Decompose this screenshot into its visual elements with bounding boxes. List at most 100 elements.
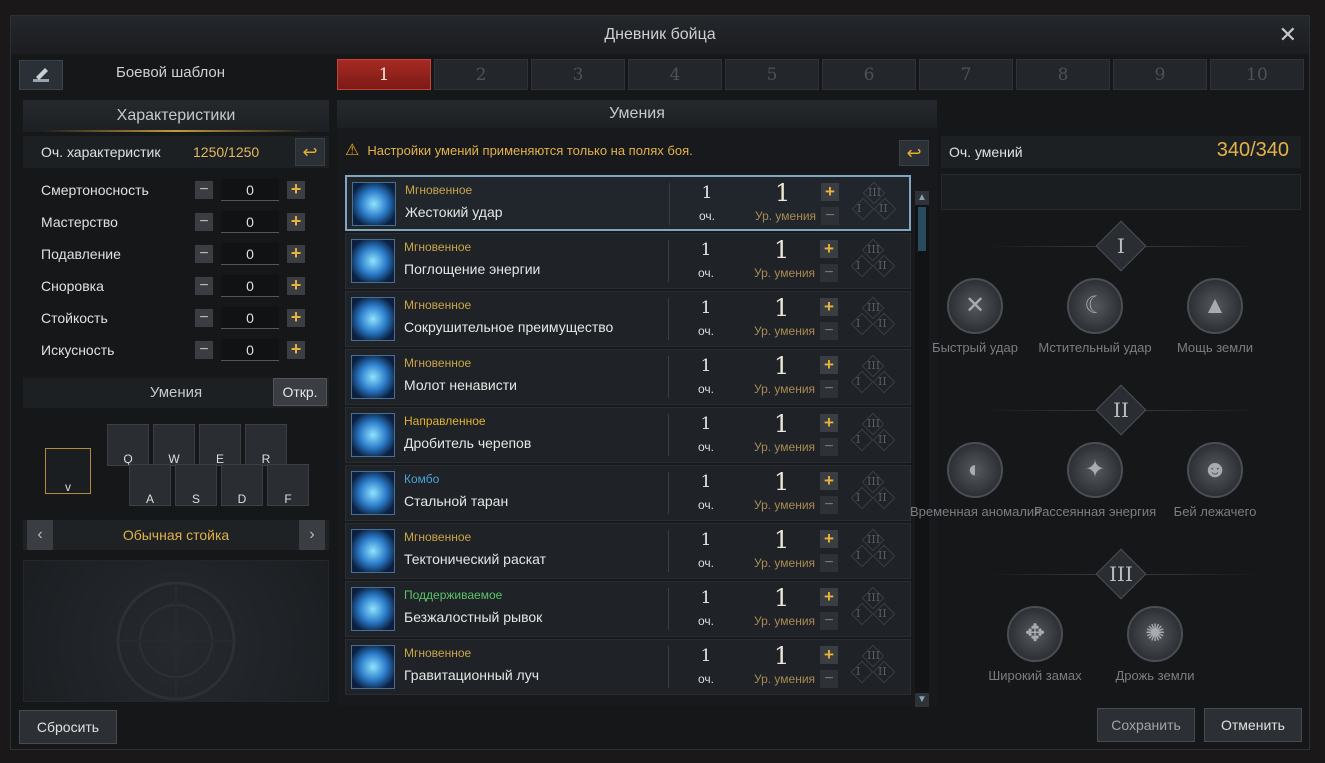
skill-node-icon[interactable]: ◐ <box>947 442 1003 498</box>
level-down-minus-icon[interactable]: − <box>821 207 839 225</box>
template-tab-2[interactable]: 2 <box>434 59 528 90</box>
level-down-minus-icon[interactable]: − <box>820 670 838 688</box>
keybind-slot-w[interactable]: W <box>153 424 195 466</box>
level-down-minus-icon[interactable]: − <box>820 496 838 514</box>
stat-value[interactable]: 0 <box>221 211 279 233</box>
stat-value[interactable]: 0 <box>221 275 279 297</box>
row-divider <box>668 356 669 398</box>
edit-template-button[interactable] <box>19 60 63 90</box>
stat-reset-arrow-icon[interactable]: ↩ <box>295 138 325 166</box>
scroll-up-icon[interactable]: ▲ <box>915 191 929 205</box>
level-down-minus-icon[interactable]: − <box>820 264 838 282</box>
tripod-slots[interactable]: III I II <box>851 181 897 227</box>
template-tab-6[interactable]: 6 <box>822 59 916 90</box>
level-down-minus-icon[interactable]: − <box>820 612 838 630</box>
template-tab-3[interactable]: 3 <box>531 59 625 90</box>
plus-icon[interactable]: + <box>287 340 305 359</box>
cancel-button[interactable]: Отменить <box>1204 708 1302 742</box>
level-up-plus-icon[interactable]: + <box>820 240 838 258</box>
minus-icon[interactable]: − <box>195 309 213 327</box>
skill-node-icon[interactable]: ✕ <box>947 278 1003 334</box>
skill-node-icon[interactable]: ✺ <box>1127 606 1183 662</box>
keybind-slot-e[interactable]: E <box>199 424 241 466</box>
skill-row[interactable]: Комбо Стальной таран 1 оч. 1 Ур. умения + − III I… <box>345 465 911 521</box>
scroll-thumb[interactable] <box>918 207 926 251</box>
skill-row[interactable]: Поддерживаемое Безжалостный рывок 1 оч. 1 Ур.… <box>345 581 911 637</box>
template-tab-9[interactable]: 9 <box>1113 59 1207 90</box>
tripod-slots[interactable]: III I II <box>850 354 896 400</box>
level-up-plus-icon[interactable]: + <box>820 298 838 316</box>
reset-button[interactable]: Сбросить <box>19 710 117 744</box>
tripod-slots[interactable]: III I II <box>850 238 896 284</box>
skill-row[interactable]: Мгновенное Тектонический раскат 1 оч. 1 Ур. у… <box>345 523 911 579</box>
keybind-slot-f[interactable]: F <box>267 464 309 506</box>
keybind-slot-s[interactable]: S <box>175 464 217 506</box>
keybind-slot-d[interactable]: D <box>221 464 263 506</box>
minus-icon[interactable]: − <box>195 245 213 263</box>
skill-row[interactable]: Мгновенное Жестокий удар 1 оч. 1 Ур. умения + −… <box>345 175 911 231</box>
level-up-plus-icon[interactable]: + <box>820 414 838 432</box>
tripod-slots[interactable]: III I II <box>850 412 896 458</box>
stance-next-arrow-icon[interactable]: › <box>299 520 325 550</box>
skill-list-scrollbar[interactable]: ▲ ▼ <box>915 191 929 707</box>
plus-icon[interactable]: + <box>287 244 305 263</box>
stat-value[interactable]: 0 <box>221 339 279 361</box>
skill-row[interactable]: Направленное Дробитель черепов 1 оч. 1 Ур. ум… <box>345 407 911 463</box>
skill-type: Направленное <box>404 414 486 428</box>
level-down-minus-icon[interactable]: − <box>820 438 838 456</box>
tripod-slots[interactable]: III I II <box>850 586 896 632</box>
tripod-slots[interactable]: III I II <box>850 296 896 342</box>
close-icon[interactable]: ✕ <box>1279 16 1297 54</box>
template-tab-10[interactable]: 10 <box>1210 59 1304 90</box>
tripod-slots[interactable]: III I II <box>850 470 896 516</box>
skill-node-icon[interactable]: ☾ <box>1067 278 1123 334</box>
stat-value[interactable]: 0 <box>221 307 279 329</box>
level-up-plus-icon[interactable]: + <box>820 472 838 490</box>
skill-node-icon[interactable]: ▲ <box>1187 278 1243 334</box>
level-down-minus-icon[interactable]: − <box>820 554 838 572</box>
level-up-plus-icon[interactable]: + <box>820 356 838 374</box>
minus-icon[interactable]: − <box>195 341 213 359</box>
keybind-slot-q[interactable]: Q <box>107 424 149 466</box>
plus-icon[interactable]: + <box>287 276 305 295</box>
level-down-minus-icon[interactable]: − <box>820 380 838 398</box>
level-up-plus-icon[interactable]: + <box>820 530 838 548</box>
skill-row[interactable]: Мгновенное Поглощение энергии 1 оч. 1 Ур. уме… <box>345 233 911 289</box>
level-down-minus-icon[interactable]: − <box>820 322 838 340</box>
stance-prev-arrow-icon[interactable]: ‹ <box>27 520 53 550</box>
template-tab-1[interactable]: 1 <box>337 59 431 90</box>
keybind-slot-r[interactable]: R <box>245 424 287 466</box>
row-divider <box>668 646 669 688</box>
level-up-plus-icon[interactable]: + <box>820 646 838 664</box>
skill-row[interactable]: Мгновенное Гравитационный луч 1 оч. 1 Ур. уме… <box>345 639 911 695</box>
tripod-slots[interactable]: III I II <box>850 644 896 690</box>
plus-icon[interactable]: + <box>287 212 305 231</box>
template-tab-7[interactable]: 7 <box>919 59 1013 90</box>
stat-value[interactable]: 0 <box>221 179 279 201</box>
template-tab-8[interactable]: 8 <box>1016 59 1110 90</box>
scroll-down-icon[interactable]: ▼ <box>915 693 929 707</box>
skills-subpanel-text: Умения <box>149 384 203 401</box>
skills-reset-arrow-icon[interactable]: ↩ <box>899 140 929 166</box>
skill-node-icon[interactable]: ✥ <box>1007 606 1063 662</box>
skill-node-icon[interactable]: ✦ <box>1067 442 1123 498</box>
template-tab-4[interactable]: 4 <box>628 59 722 90</box>
save-button[interactable]: Сохранить <box>1097 708 1195 742</box>
keybind-slot-v[interactable]: v <box>45 448 91 494</box>
open-button[interactable]: Откр. <box>273 378 327 406</box>
skill-row[interactable]: Мгновенное Сокрушительное преимущество 1 оч… <box>345 291 911 347</box>
minus-icon[interactable]: − <box>195 277 213 295</box>
keybind-slot-a[interactable]: A <box>129 464 171 506</box>
level-up-plus-icon[interactable]: + <box>821 183 839 201</box>
plus-icon[interactable]: + <box>287 180 305 199</box>
minus-icon[interactable]: − <box>195 213 213 231</box>
minus-icon[interactable]: − <box>195 181 213 199</box>
stat-value[interactable]: 0 <box>221 243 279 265</box>
skill-row[interactable]: Мгновенное Молот ненависти 1 оч. 1 Ур. умения… <box>345 349 911 405</box>
tripod-slots[interactable]: III I II <box>850 528 896 574</box>
template-tab-5[interactable]: 5 <box>725 59 819 90</box>
plus-icon[interactable]: + <box>287 308 305 327</box>
row-divider <box>668 530 669 572</box>
skill-node-icon[interactable]: ☻ <box>1187 442 1243 498</box>
level-up-plus-icon[interactable]: + <box>820 588 838 606</box>
